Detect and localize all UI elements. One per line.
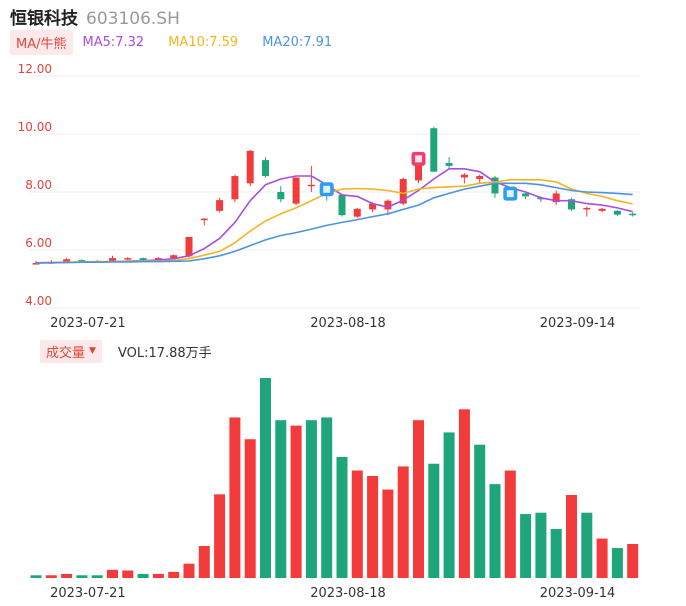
- candle-body: [598, 208, 606, 211]
- volume-bar: [275, 420, 287, 578]
- ma-line-ma5: [35, 168, 633, 264]
- blue-badge-icon[interactable]: [503, 186, 518, 201]
- volume-bar: [611, 548, 623, 578]
- candle-body: [445, 163, 453, 166]
- volume-bar: [152, 573, 164, 578]
- volume-bar: [596, 538, 608, 578]
- volume-bar: [137, 573, 149, 578]
- candle-body: [185, 236, 193, 257]
- volume-bar: [183, 563, 195, 578]
- volume-bar: [107, 569, 118, 578]
- volume-bar: [91, 575, 103, 578]
- candle-body: [476, 176, 484, 179]
- volume-bar: [520, 514, 532, 578]
- stock-chart[interactable]: 12.00 10.00 8.00 6.00 4.00 2023-07-21 2023-08-…: [0, 0, 686, 606]
- price-tick-label: 12.00: [18, 62, 52, 76]
- candle-body: [109, 258, 116, 262]
- price-tick-label: 10.00: [18, 120, 52, 134]
- candle-body: [139, 258, 147, 260]
- volume-bar: [550, 529, 562, 578]
- price-tick-label: 4.00: [25, 294, 52, 308]
- volume-bar: [367, 475, 379, 578]
- candle-body: [231, 176, 239, 200]
- volume-bar: [382, 489, 394, 578]
- volume-bar: [397, 466, 409, 578]
- price-tick-label: 8.00: [25, 178, 52, 192]
- volume-bar: [45, 575, 57, 578]
- candle-body: [460, 174, 468, 178]
- price-date-label: 2023-09-14: [540, 316, 616, 331]
- candle-body: [613, 210, 621, 215]
- candle-body: [353, 208, 361, 217]
- volume-date-label: 2023-07-21: [50, 586, 126, 601]
- volume-bar: [627, 543, 639, 578]
- volume-bar: [260, 378, 271, 578]
- candle-body: [384, 200, 392, 210]
- volume-bar: [76, 575, 88, 578]
- candle-body: [307, 184, 315, 187]
- volume-date-label: 2023-09-14: [540, 586, 616, 601]
- ma-line-ma20: [35, 182, 633, 264]
- volume-bar: [244, 439, 256, 578]
- candle-body: [629, 213, 637, 216]
- volume-bar: [458, 409, 470, 578]
- candle-body: [200, 218, 208, 221]
- blue-badge-icon[interactable]: [319, 182, 334, 197]
- volume-bar: [168, 571, 180, 578]
- red-badge-icon[interactable]: [411, 151, 426, 166]
- volume-date-label: 2023-08-18: [310, 586, 386, 601]
- volume-bar: [413, 420, 424, 578]
- candle-body: [277, 192, 285, 200]
- volume-bar: [474, 444, 486, 578]
- candle-body: [292, 177, 300, 204]
- volume-bar: [351, 470, 363, 578]
- candle-body: [583, 207, 591, 210]
- candle-body: [246, 150, 254, 184]
- candle-body: [262, 160, 269, 177]
- candle-body: [430, 128, 438, 172]
- candle-body: [522, 193, 530, 197]
- volume-bar: [443, 432, 455, 578]
- volume-bar: [214, 494, 226, 578]
- price-date-label: 2023-08-18: [310, 316, 386, 331]
- volume-bar: [336, 456, 348, 578]
- candle-body: [216, 200, 224, 211]
- price-tick-label: 6.00: [25, 236, 52, 250]
- volume-bar: [229, 417, 241, 578]
- volume-bar: [30, 575, 42, 578]
- volume-bar: [428, 463, 440, 578]
- price-date-label: 2023-07-21: [50, 316, 126, 331]
- candle-body: [338, 194, 346, 216]
- volume-bar: [535, 512, 547, 578]
- volume-bar: [566, 495, 577, 578]
- volume-bar: [61, 573, 73, 578]
- volume-bar: [489, 484, 501, 578]
- volume-bar: [290, 425, 302, 578]
- volume-bar: [581, 512, 593, 578]
- candle-body: [124, 258, 132, 260]
- volume-bar: [198, 546, 210, 578]
- volume-bar: [321, 417, 333, 578]
- volume-bar: [305, 420, 317, 578]
- volume-bar: [504, 470, 516, 578]
- volume-bar: [122, 570, 134, 578]
